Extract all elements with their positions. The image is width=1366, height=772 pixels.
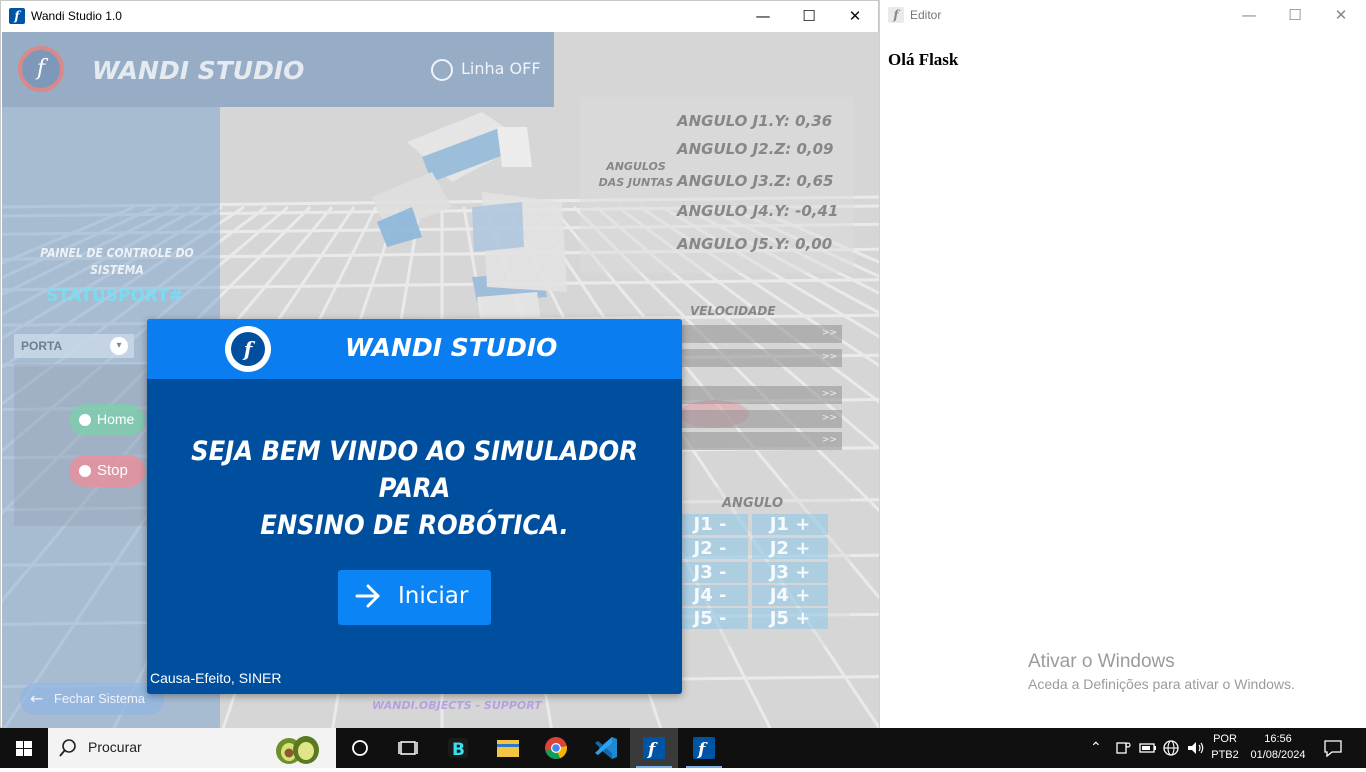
speed-slider-1[interactable]: >> [682,325,842,343]
clock-time[interactable]: 16:56 [1246,733,1310,745]
welcome-dialog: f WANDI STUDIO SEJA BEM VINDO AO SIMULAD… [147,319,682,694]
network-device-icon[interactable] [1114,740,1132,756]
app-icon: f [888,7,904,23]
welcome-message: SEJA BEM VINDO AO SIMULADOR PARA ENSINO … [167,433,662,544]
speed-slider-2[interactable]: >> [682,349,842,367]
wandi-app-icon: f [643,737,665,760]
dialog-title: WANDI STUDIO [345,333,558,362]
j1-plus-button[interactable]: J1 + [752,514,828,535]
arrow-left-icon: ← [30,689,44,708]
angle-j4: ANGULO J4.Y: -0,41 [677,202,839,220]
j5-minus-button[interactable]: J5 - [672,608,748,629]
j3-plus-button[interactable]: J3 + [752,562,828,583]
keyboard-layout[interactable]: PTB2 [1210,749,1240,761]
window-title: Wandi Studio 1.0 [31,9,122,23]
close-button[interactable]: ✕ [832,1,878,32]
robot-arm-icon: f [231,332,265,366]
close-button[interactable]: ✕ [1318,0,1364,31]
vscode-icon[interactable] [582,728,630,768]
brand-title: WANDI STUDIO [92,56,305,85]
chevron-up-icon[interactable]: ⌃ [1090,739,1102,756]
taskbar-wandi-studio[interactable]: f [630,728,678,768]
title-bar[interactable]: f Wandi Studio 1.0 — ☐ ✕ [1,1,878,32]
minimize-button[interactable]: — [740,1,786,32]
angle-j1: ANGULO J1.Y: 0,36 [677,112,833,130]
minimize-button[interactable]: — [1226,0,1272,31]
activation-watermark-title: Ativar o Windows [1028,651,1175,672]
app-icon: f [9,8,25,24]
language-indicator[interactable]: POR [1210,733,1240,745]
joint-control-title: ANGULO [722,496,784,511]
panel-title: PAINEL DE CONTROLE DO SISTEMA [40,246,194,277]
taskbar-editor[interactable]: f [680,728,728,768]
wandi-logo-icon: f [18,46,64,92]
support-link[interactable]: WANDI.OBJECTS - SUPPORT [372,699,542,712]
editor-heading: Olá Flask [888,50,959,69]
j1-minus-button[interactable]: J1 - [672,514,748,535]
search-placeholder: Procurar [88,739,142,755]
wandi-studio-window: f Wandi Studio 1.0 — ☐ ✕ f WANDI STUDIO … [0,0,879,728]
angle-j5: ANGULO J5.Y: 0,00 [677,235,833,253]
globe-network-icon[interactable] [1162,739,1180,757]
notification-center-icon[interactable] [1322,738,1344,758]
search-icon [59,739,76,757]
radio-dot-icon [79,465,91,477]
windows-start-icon[interactable] [0,728,48,768]
taskbar: Procurar B f f ⌃ POR PTB2 16:56 01/08/20… [0,728,1366,768]
stop-button[interactable]: Stop [69,455,145,487]
j5-plus-button[interactable]: J5 + [752,608,828,629]
joint-angles-title: ANGULOS DAS JUNTAS [598,160,674,189]
clock-date[interactable]: 01/08/2024 [1246,749,1310,761]
j3-minus-button[interactable]: J3 - [672,562,748,583]
line-toggle-radio[interactable] [431,59,453,81]
activation-watermark-subtitle: Aceda a Definições para ativar o Windows… [1028,676,1295,692]
svg-text:B: B [452,740,465,760]
j2-minus-button[interactable]: J2 - [672,538,748,559]
speed-title: VELOCIDADE [690,304,776,318]
avocado-icon [276,736,319,764]
editor-window-title: Editor [910,8,942,22]
maximize-button[interactable]: ☐ [786,1,832,32]
speed-slider-5[interactable]: >> [682,432,842,450]
home-label: Home [97,411,135,427]
editor-window: f Editor — ☐ ✕ Olá Flask Ativar o Window… [879,0,1366,728]
file-explorer-icon[interactable] [484,728,532,768]
task-view-circle-icon[interactable] [336,728,384,768]
task-view-icon[interactable] [384,728,432,768]
volume-icon[interactable] [1186,739,1206,757]
speed-slider-3[interactable]: >> [682,386,842,404]
speed-slider-4[interactable]: >> [682,410,842,428]
j4-minus-button[interactable]: J4 - [672,585,748,606]
angle-j3: ANGULO J3.Z: 0,65 [677,172,834,190]
welcome-line-2: ENSINO DE ROBÓTICA. [260,510,569,541]
j2-plus-button[interactable]: J2 + [752,538,828,559]
battery-icon[interactable] [1138,740,1158,756]
welcome-line-1: SEJA BEM VINDO AO SIMULADOR PARA [191,436,638,504]
editor-title-bar[interactable]: f Editor — ☐ ✕ [880,0,1366,31]
home-button[interactable]: Home [69,404,145,436]
dialog-footer: Causa-Efeito, SINER [150,670,282,686]
maximize-button[interactable]: ☐ [1272,0,1318,31]
wandi-app-icon: f [693,737,715,760]
chrome-icon[interactable] [532,728,580,768]
stop-label: Stop [97,462,128,479]
chevron-down-icon[interactable]: ▾ [110,337,128,355]
j4-plus-button[interactable]: J4 + [752,585,828,606]
status-port: STATUSPORT# [46,286,184,306]
arrow-right-icon [355,584,380,608]
radio-dot-icon [79,414,91,426]
line-status-label[interactable]: Linha OFF [461,59,541,78]
angle-j2: ANGULO J2.Z: 0,09 [677,140,834,158]
bitwarden-b-icon[interactable]: B [434,728,482,768]
